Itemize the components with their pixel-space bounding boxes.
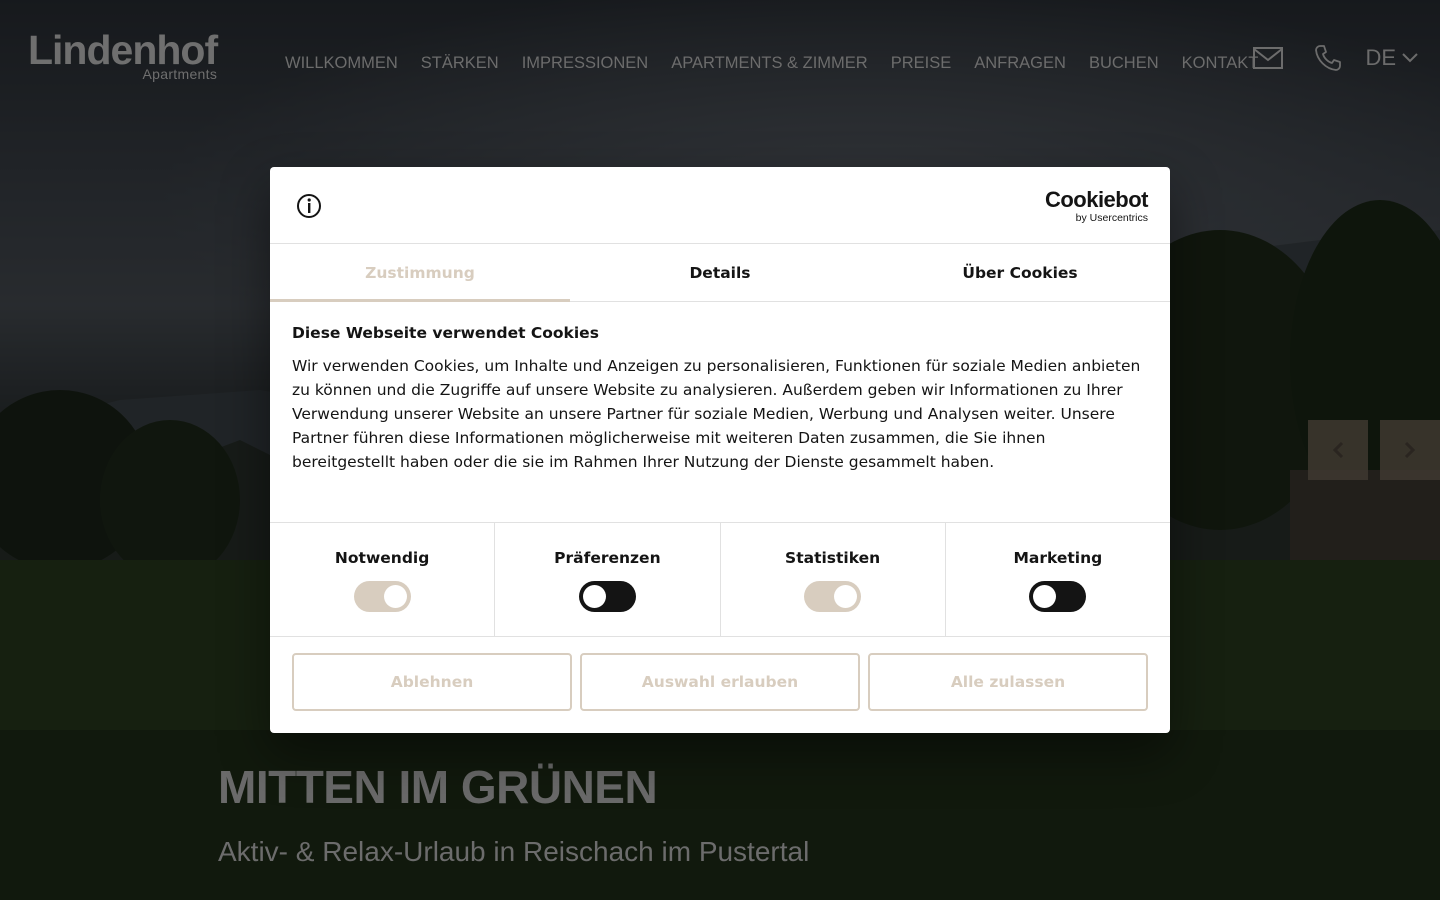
nav-item-preise[interactable]: PREISE bbox=[891, 54, 952, 73]
slider-next-button[interactable] bbox=[1380, 420, 1440, 480]
tab-zustimmung[interactable]: Zustimmung bbox=[270, 244, 570, 302]
nav-item-staerken[interactable]: STÄRKEN bbox=[421, 54, 499, 73]
category-label: Präferenzen bbox=[554, 549, 661, 567]
language-label: DE bbox=[1365, 45, 1396, 70]
cookie-consent-dialog: Cookiebot by Usercentrics Zustimmung Det… bbox=[270, 167, 1170, 733]
nav-item-kontakt[interactable]: KONTAKT bbox=[1182, 54, 1259, 73]
language-selector[interactable]: DE bbox=[1365, 45, 1418, 71]
consent-heading: Diese Webseite verwendet Cookies bbox=[292, 324, 599, 342]
tab-ueber-cookies[interactable]: Über Cookies bbox=[870, 244, 1170, 301]
nav-item-buchen[interactable]: BUCHEN bbox=[1089, 54, 1159, 73]
category-label: Notwendig bbox=[334, 549, 430, 567]
category-statistiken: Statistiken bbox=[721, 523, 946, 636]
nav-item-impressionen[interactable]: IMPRESSIONEN bbox=[522, 54, 649, 73]
slider-prev-button[interactable] bbox=[1308, 420, 1368, 480]
allow-selection-button[interactable]: Auswahl erlauben bbox=[580, 653, 860, 711]
consent-text: Wir verwenden Cookies, um Inhalte und An… bbox=[292, 357, 1141, 471]
category-label: Statistiken bbox=[785, 549, 881, 567]
cookiebot-wordmark: Cookiebot bbox=[1044, 187, 1149, 212]
category-toggles: Notwendig Präferenzen Statistiken Market… bbox=[270, 523, 1170, 637]
nav-item-anfragen[interactable]: ANFRAGEN bbox=[974, 54, 1066, 73]
toggle-knob bbox=[1033, 585, 1057, 608]
category-label: Marketing bbox=[1013, 549, 1103, 567]
toggle-praeferenzen[interactable] bbox=[578, 581, 636, 612]
category-marketing: Marketing bbox=[946, 523, 1170, 636]
nav-item-willkommen[interactable]: WILLKOMMEN bbox=[285, 54, 398, 73]
nav-item-apartments[interactable]: APARTMENTS & ZIMMER bbox=[671, 54, 868, 73]
mail-icon[interactable] bbox=[1251, 42, 1285, 74]
site-logo[interactable]: Lindenhof Apartments bbox=[28, 28, 218, 82]
toggle-knob bbox=[834, 585, 858, 608]
consent-body: Diese Webseite verwendet Cookies Wir ver… bbox=[270, 302, 1170, 523]
chevron-left-icon bbox=[1332, 441, 1344, 459]
toggle-notwendig[interactable] bbox=[353, 581, 411, 612]
tab-details[interactable]: Details bbox=[570, 244, 870, 301]
hero-subtitle: Aktiv- & Relax-Urlaub in Reischach im Pu… bbox=[218, 836, 810, 867]
toggle-statistiken[interactable] bbox=[804, 581, 862, 612]
header-actions: DE bbox=[1251, 42, 1418, 74]
toggle-knob bbox=[582, 585, 606, 608]
chevron-down-icon bbox=[1402, 53, 1418, 63]
chevron-right-icon bbox=[1404, 441, 1416, 459]
main-nav: WILLKOMMEN STÄRKEN IMPRESSIONEN APARTMEN… bbox=[285, 54, 1281, 73]
cookiebot-byline: by Usercentrics bbox=[1075, 212, 1148, 224]
dialog-header: Cookiebot by Usercentrics bbox=[270, 167, 1170, 244]
category-notwendig: Notwendig bbox=[270, 523, 496, 636]
consent-actions: Ablehnen Auswahl erlauben Alle zulassen bbox=[270, 637, 1170, 727]
category-praeferenzen: Präferenzen bbox=[495, 523, 721, 636]
cookiebot-logo: Cookiebot by Usercentrics bbox=[1044, 187, 1149, 225]
powered-by-icon[interactable] bbox=[296, 193, 322, 223]
toggle-knob bbox=[383, 585, 407, 608]
dialog-tabs: Zustimmung Details Über Cookies bbox=[270, 244, 1170, 302]
allow-all-button[interactable]: Alle zulassen bbox=[868, 653, 1148, 711]
phone-icon[interactable] bbox=[1311, 42, 1345, 74]
toggle-marketing[interactable] bbox=[1029, 581, 1087, 612]
hero-title: MITTEN IM GRÜNEN bbox=[218, 761, 658, 813]
decline-button[interactable]: Ablehnen bbox=[292, 653, 572, 711]
